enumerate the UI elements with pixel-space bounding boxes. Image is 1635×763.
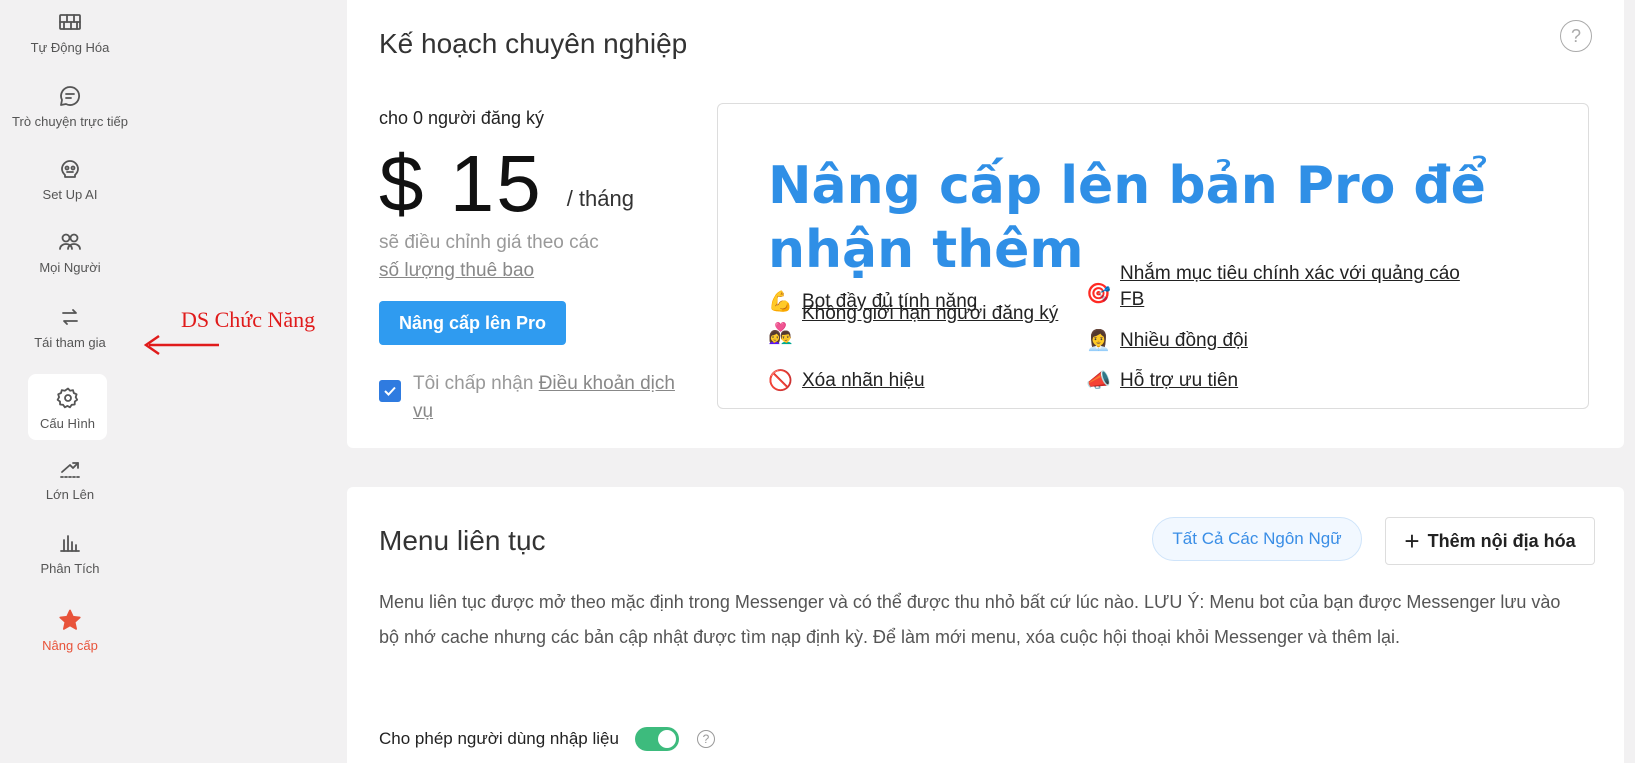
couple-icon: 👩‍❤️‍👨 xyxy=(768,323,793,345)
help-icon[interactable]: ? xyxy=(696,730,715,748)
sidebar-item-label: Nâng cấp xyxy=(42,638,98,653)
brain-icon xyxy=(56,155,84,183)
feature-item: 🎯 Nhắm mục tiêu chính xác với quảng cáo … xyxy=(1086,261,1486,313)
sidebar-item-label: Mọi Người xyxy=(39,260,101,275)
subscriber-count: cho 0 người đăng ký xyxy=(379,108,544,128)
terms-checkbox[interactable] xyxy=(379,380,401,402)
feature-label[interactable]: Không giới hạn người đăng ký xyxy=(802,301,1058,327)
menu-description: Menu liên tục được mở theo mặc định tron… xyxy=(379,592,1561,647)
target-icon: 🎯 xyxy=(1086,283,1111,305)
price-row: $ 15 / tháng xyxy=(379,142,634,226)
terms-row: Tôi chấp nhận Điều khoản dịch vụ xyxy=(379,370,689,426)
menu-title: Menu liên tục xyxy=(379,525,546,556)
sidebar-item-label: Set Up AI xyxy=(42,187,98,202)
swap-arrows-icon xyxy=(56,303,84,331)
subscriber-count-link[interactable]: số lượng thuê bao xyxy=(379,260,534,281)
star-icon xyxy=(56,606,84,634)
all-languages-button[interactable]: Tất Cả Các Ngôn Ngữ xyxy=(1152,517,1362,561)
sidebar-item-label: Lớn Lên xyxy=(45,487,95,502)
sidebar: Tự Động Hóa Trò chuyện trực tiếp Set Up … xyxy=(0,0,140,763)
sidebar-item-label: Tự Động Hóa xyxy=(30,40,110,55)
sidebar-item-people[interactable]: Mọi Người xyxy=(0,228,140,275)
terms-prefix: Tôi chấp nhận xyxy=(413,373,534,394)
pro-plan-card: Kế hoạch chuyên nghiệp ? cho 0 người đăn… xyxy=(347,0,1624,448)
price-adjust-note: sẽ điều chỉnh giá theo các số lượng thuê… xyxy=(379,229,599,285)
feature-label[interactable]: Nhiều đồng đội xyxy=(1120,328,1248,354)
price: $ 15 xyxy=(379,139,543,228)
sidebar-item-reengage[interactable]: Tái tham gia xyxy=(0,303,140,350)
help-icon[interactable]: ? xyxy=(1560,20,1592,52)
chat-icon xyxy=(56,82,84,110)
sidebar-item-label: Trò chuyện trực tiếp xyxy=(12,114,128,129)
plus-icon: + xyxy=(1404,525,1420,556)
feature-item: 👩‍❤️‍👨 Không giới hạn người đăng ký xyxy=(768,301,1068,347)
feature-item: 📣 Hỗ trợ ưu tiên xyxy=(1086,368,1238,394)
sidebar-item-label: Cấu Hình xyxy=(40,415,95,431)
user-input-toggle[interactable] xyxy=(634,727,679,751)
sidebar-item-live-chat[interactable]: Trò chuyện trực tiếp xyxy=(0,82,140,129)
people-icon xyxy=(56,228,84,256)
check-icon xyxy=(384,386,396,396)
feature-label[interactable]: Hỗ trợ ưu tiên xyxy=(1120,368,1238,394)
growth-icon xyxy=(56,455,84,483)
annotation-label: DS Chức Năng xyxy=(181,307,316,332)
gear-icon xyxy=(54,384,82,412)
plan-title: Kế hoạch chuyên nghiệp xyxy=(379,28,688,59)
sidebar-item-upgrade[interactable]: Nâng cấp xyxy=(0,606,140,653)
feature-label[interactable]: Nhắm mục tiêu chính xác với quảng cáo FB xyxy=(1120,261,1486,313)
bricks-icon xyxy=(56,8,84,36)
sidebar-item-grow[interactable]: Lớn Lên xyxy=(0,455,140,502)
feature-label[interactable]: Xóa nhãn hiệu xyxy=(802,368,925,394)
sidebar-item-automation[interactable]: Tự Động Hóa xyxy=(0,8,140,55)
add-localization-button[interactable]: + Thêm nội địa hóa xyxy=(1385,517,1595,565)
feature-item: 🚫 Xóa nhãn hiệu xyxy=(768,368,925,394)
sidebar-item-analytics[interactable]: Phân Tích xyxy=(0,529,140,576)
add-localization-label: Thêm nội địa hóa xyxy=(1427,530,1576,551)
persistent-menu-card: Menu liên tục Tất Cả Các Ngôn Ngữ + Thêm… xyxy=(347,487,1624,763)
no-entry-icon: 🚫 xyxy=(768,370,793,392)
sidebar-item-settings[interactable]: Cấu Hình xyxy=(28,374,107,440)
sidebar-item-label: Tái tham gia xyxy=(34,335,106,350)
price-period: / tháng xyxy=(566,186,634,211)
sidebar-item-setup-ai[interactable]: Set Up AI xyxy=(0,155,140,202)
teammate-icon: 👩‍💼 xyxy=(1086,330,1111,352)
megaphone-icon: 📣 xyxy=(1086,370,1111,392)
user-input-row: Cho phép người dùng nhập liệu ? xyxy=(379,727,715,751)
user-input-label: Cho phép người dùng nhập liệu xyxy=(379,729,619,748)
adjust-text: sẽ điều chỉnh giá theo các xyxy=(379,232,599,253)
sidebar-item-label: Phân Tích xyxy=(40,561,100,576)
terms-text: Tôi chấp nhận Điều khoản dịch vụ xyxy=(413,370,689,426)
annotation-arrow-icon xyxy=(143,334,219,356)
upgrade-to-pro-button[interactable]: Nâng cấp lên Pro xyxy=(379,301,566,345)
bar-chart-icon xyxy=(56,529,84,557)
pro-benefits-box: Nâng cấp lên bản Pro để nhận thêm 💪 Bot … xyxy=(717,103,1589,409)
feature-item: 👩‍💼 Nhiều đồng đội xyxy=(1086,328,1248,354)
